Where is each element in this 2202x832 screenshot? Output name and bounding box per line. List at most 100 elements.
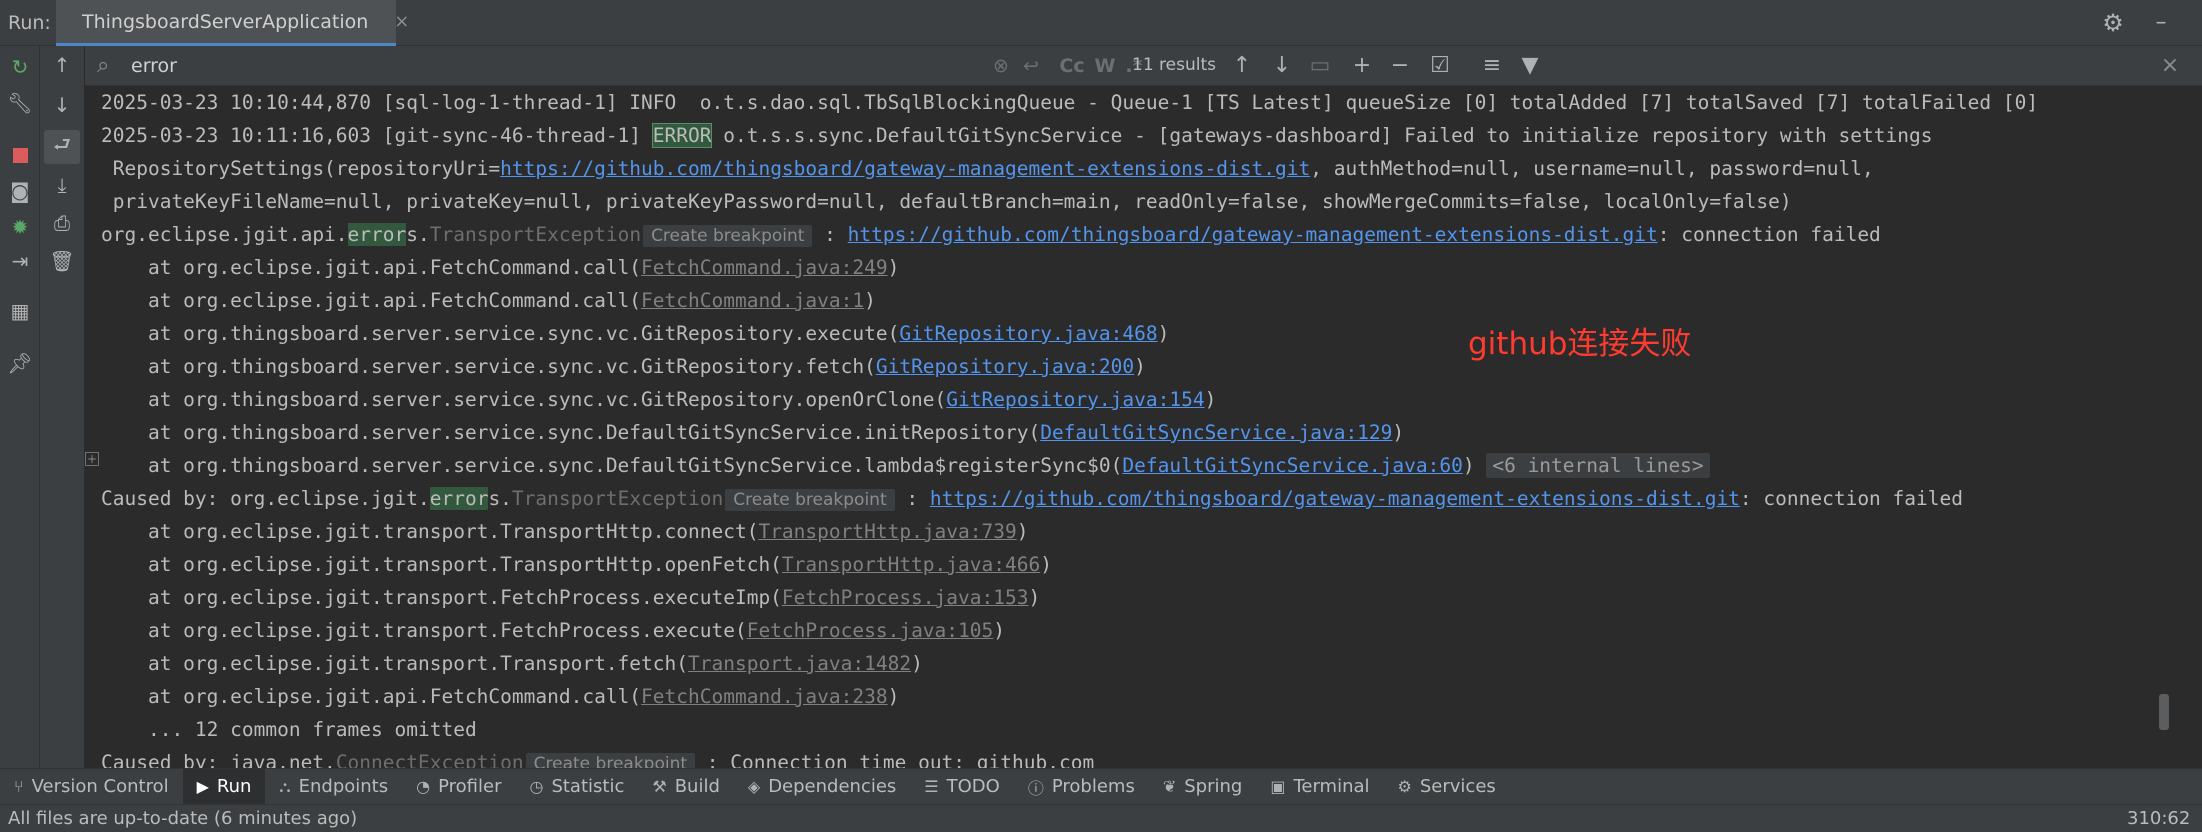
annotation-text: github连接失败 <box>1468 326 1692 362</box>
stacktrace-link[interactable]: DefaultGitSyncService.java:60 <box>1122 454 1462 477</box>
add-occurrence-icon[interactable]: + <box>1347 52 1377 80</box>
fold-expand-icon[interactable]: + <box>85 452 99 466</box>
tool-tab-run[interactable]: ▶ Run <box>182 768 266 805</box>
close-icon[interactable]: × <box>394 11 409 32</box>
console-line: at org.thingsboard.server.service.sync.v… <box>101 317 2038 350</box>
console-text: ) <box>1392 421 1405 444</box>
filter-icon[interactable]: ▼ <box>1515 52 1545 80</box>
stacktrace-link[interactable]: TransportHttp.java:466 <box>782 553 1040 576</box>
stacktrace-link[interactable]: GitRepository.java:200 <box>876 355 1134 378</box>
create-breakpoint-button[interactable]: Create breakpoint <box>643 225 813 247</box>
build-icon: ⚒ <box>652 777 667 796</box>
stacktrace-link[interactable]: FetchCommand.java:238 <box>641 685 888 708</box>
trash-icon[interactable]: 🗑︎ <box>47 246 77 276</box>
tool-tab-spring[interactable]: ❦ Spring <box>1149 769 1257 805</box>
tool-tab-label: Dependencies <box>768 776 897 797</box>
exception-class[interactable]: TransportException <box>430 223 641 246</box>
search-results-count: 11 results <box>1132 55 1216 75</box>
console-text: ) <box>887 256 900 279</box>
stacktrace-link[interactable]: FetchProcess.java:105 <box>747 619 994 642</box>
match-case-toggle[interactable]: Cc <box>1057 52 1087 80</box>
previous-occurrence-icon[interactable]: ↑ <box>1227 52 1257 80</box>
tool-tab-dependencies[interactable]: ◈ Dependencies <box>734 769 910 805</box>
tool-tab-problems[interactable]: ⓘ Problems <box>1014 769 1149 805</box>
search-match: error <box>347 223 407 246</box>
console-text: Caused by: org.eclipse.jgit. <box>101 487 430 510</box>
soft-wrap-icon[interactable]: ⮐ <box>44 130 80 164</box>
stacktrace-link[interactable]: DefaultGitSyncService.java:129 <box>1040 421 1392 444</box>
whole-words-toggle[interactable]: W <box>1092 52 1118 80</box>
pin-icon[interactable]: 📌︎ <box>5 348 35 378</box>
internal-lines-toggle[interactable]: <6 internal lines> <box>1486 453 1710 478</box>
tool-tab-version-control[interactable]: ⑂ Version Control <box>0 769 183 805</box>
stacktrace-link[interactable]: https://github.com/thingsboard/gateway-m… <box>848 223 1658 246</box>
console-line: at org.eclipse.jgit.transport.FetchProce… <box>101 614 2038 647</box>
console-scrollbar[interactable] <box>2155 86 2202 768</box>
search-icon[interactable]: ⌕ <box>97 52 125 80</box>
stacktrace-link[interactable]: https://github.com/thingsboard/gateway-m… <box>930 487 1740 510</box>
stacktrace-link[interactable]: GitRepository.java:154 <box>946 388 1204 411</box>
tool-tab-todo[interactable]: ☰ TODO <box>910 769 1014 805</box>
exception-class[interactable]: TransportException <box>512 487 723 510</box>
stacktrace-link[interactable]: Transport.java:1482 <box>688 652 911 675</box>
wrench-icon[interactable]: 🔧︎ <box>5 88 35 118</box>
console-line: Caused by: java.net.ConnectException Crea… <box>101 746 2038 768</box>
console-text: at org.thingsboard.server.service.sync.v… <box>101 388 947 411</box>
stacktrace-link[interactable]: GitRepository.java:468 <box>899 322 1157 345</box>
tool-tab-endpoints[interactable]: ⛬ Endpoints <box>265 769 402 805</box>
search-input[interactable] <box>129 51 953 81</box>
gear-icon[interactable]: ⚙ <box>2100 10 2126 36</box>
console-output[interactable]: 2025-03-23 10:10:44,870 [sql-log-1-threa… <box>85 86 2155 768</box>
select-all-icon[interactable]: ☑ <box>1425 52 1455 80</box>
exception-class[interactable]: ConnectException <box>336 751 524 768</box>
tool-tab-label: Version Control <box>31 776 169 797</box>
stop-icon[interactable] <box>5 140 35 170</box>
tool-tab-build[interactable]: ⚒ Build <box>638 769 734 805</box>
select-all-occurrences-icon[interactable]: ▭ <box>1305 52 1335 80</box>
console-line: at org.eclipse.jgit.transport.TransportH… <box>101 515 2038 548</box>
exit-icon[interactable]: ⇥ <box>5 246 35 276</box>
console-line: at org.eclipse.jgit.api.FetchCommand.cal… <box>101 251 2038 284</box>
console-text: ) <box>1462 454 1487 477</box>
scroll-to-end-icon[interactable]: ⤓ <box>47 170 77 200</box>
print-icon[interactable]: ⎙ <box>47 208 77 238</box>
tool-tab-profiler[interactable]: ◔ Profiler <box>402 769 515 805</box>
spring-icon: ❦ <box>1162 777 1177 796</box>
create-breakpoint-button[interactable]: Create breakpoint <box>725 489 895 511</box>
tool-tab-terminal[interactable]: ▣ Terminal <box>1256 769 1383 805</box>
next-occurrence-icon[interactable]: ↓ <box>1267 52 1297 80</box>
arrow-down-icon[interactable]: ↓ <box>47 90 77 120</box>
camera-icon[interactable]: ◙ <box>5 176 35 206</box>
debug-icon[interactable]: ✹ <box>5 212 35 242</box>
minimize-icon[interactable]: – <box>2148 10 2174 36</box>
console-text: at org.eclipse.jgit.transport.TransportH… <box>101 553 782 576</box>
console-text: at org.thingsboard.server.service.sync.v… <box>101 322 900 345</box>
tool-tab-label: Spring <box>1184 776 1243 797</box>
stacktrace-link[interactable]: https://github.com/thingsboard/gateway-m… <box>500 157 1310 180</box>
clear-search-icon[interactable]: ⊗ <box>990 52 1012 80</box>
run-configuration-tab[interactable]: ThingsboardServerApplication × <box>56 0 409 46</box>
rerun-icon[interactable]: ↻ <box>5 52 35 82</box>
status-bar: All files are up-to-date (6 minutes ago)… <box>0 804 2202 832</box>
tool-tab-statistic[interactable]: ◷ Statistic <box>515 769 638 805</box>
tool-tab-label: Build <box>674 776 720 797</box>
arrow-up-icon[interactable]: ↑ <box>47 50 77 80</box>
search-history-icon[interactable]: ↩ <box>1020 52 1042 80</box>
console-text: : <box>812 223 848 246</box>
tool-tab-services[interactable]: ⚙ Services <box>1384 769 1510 805</box>
layout-icon[interactable]: ▦ <box>5 296 35 326</box>
close-icon[interactable]: × <box>2155 52 2185 80</box>
stacktrace-link[interactable]: TransportHttp.java:739 <box>758 520 1016 543</box>
console-text: ) <box>887 685 900 708</box>
filter-settings-icon[interactable]: ≡ <box>1477 52 1507 80</box>
stacktrace-link[interactable]: FetchCommand.java:1 <box>641 289 864 312</box>
tool-tab-label: Profiler <box>438 776 502 797</box>
stacktrace-link[interactable]: FetchCommand.java:249 <box>641 256 888 279</box>
remove-occurrence-icon[interactable]: − <box>1385 52 1415 80</box>
tool-tab-label: Run <box>216 776 252 797</box>
tool-tab-label: Endpoints <box>298 776 389 797</box>
caret-position[interactable]: 310:62 <box>2127 808 2190 829</box>
create-breakpoint-button[interactable]: Create breakpoint <box>525 753 696 768</box>
scrollbar-thumb[interactable] <box>2159 694 2169 730</box>
stacktrace-link[interactable]: FetchProcess.java:153 <box>782 586 1029 609</box>
